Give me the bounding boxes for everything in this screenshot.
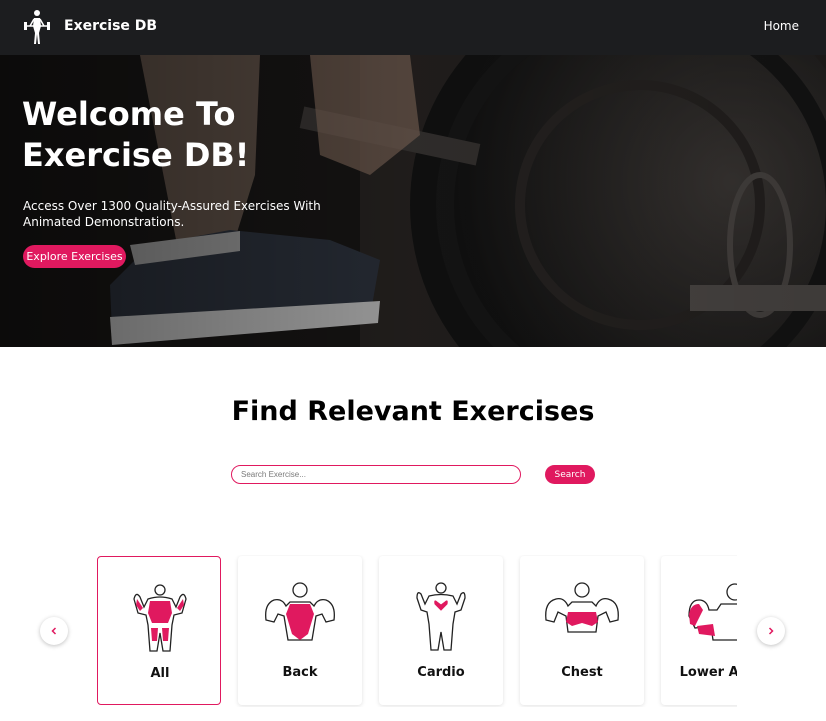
body-part-label: Cardio <box>417 665 465 680</box>
search-input[interactable] <box>231 465 521 484</box>
body-part-card-lower-arms[interactable]: Lower Arms <box>661 556 737 705</box>
body-part-card-all[interactable]: All <box>97 556 221 705</box>
back-muscles-icon <box>265 582 335 641</box>
hero-title: Welcome To Exercise DB! <box>22 95 250 174</box>
body-part-card-chest[interactable]: Chest <box>520 556 644 705</box>
cardio-heart-icon <box>416 582 466 651</box>
lower-arms-icon <box>688 583 737 641</box>
search-section-title: Find Relevant Exercises <box>231 396 595 427</box>
body-part-label: Chest <box>561 665 603 680</box>
body-part-label: Back <box>282 665 318 680</box>
nav-home-link[interactable]: Home <box>764 19 799 33</box>
body-part-label: Lower Arms <box>679 665 737 680</box>
navbar: Exercise DB Home <box>0 0 826 55</box>
explore-exercises-button[interactable]: Explore Exercises <box>23 245 126 268</box>
body-part-card-back[interactable]: Back <box>238 556 362 705</box>
search-button[interactable]: Search <box>545 465 595 484</box>
brand-name[interactable]: Exercise DB <box>64 18 157 34</box>
chest-muscles-icon <box>545 582 619 633</box>
chevron-right-icon <box>768 627 774 635</box>
carousel-next-button[interactable] <box>757 617 785 645</box>
body-part-label: All <box>150 666 170 681</box>
hero-banner: Welcome To Exercise DB! Access Over 1300… <box>0 55 826 347</box>
full-body-icon <box>133 584 187 652</box>
chevron-left-icon <box>51 627 57 635</box>
body-part-card-cardio[interactable]: Cardio <box>379 556 503 705</box>
body-part-carousel[interactable]: All Back Cardio Chest Lower A <box>96 555 737 707</box>
carousel-prev-button[interactable] <box>40 617 68 645</box>
weightlifter-logo-icon[interactable] <box>23 9 51 45</box>
hero-subtitle: Access Over 1300 Quality-Assured Exercis… <box>23 199 321 229</box>
